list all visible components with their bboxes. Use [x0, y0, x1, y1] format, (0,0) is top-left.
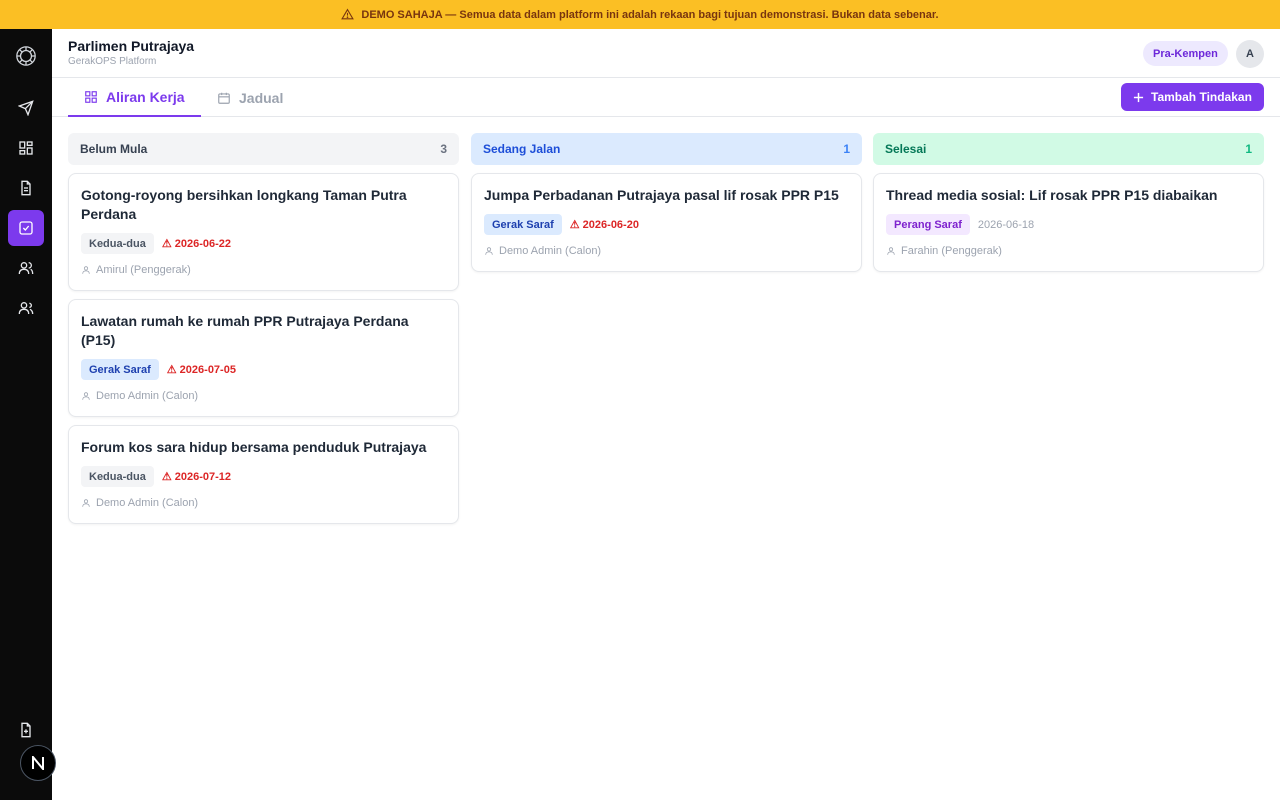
task-title: Thread media sosial: Lif rosak PPR P15 d…	[886, 187, 1218, 203]
task-card[interactable]: Lawatan rumah ke rumah PPR Putrajaya Per…	[68, 299, 459, 417]
send-icon	[18, 100, 34, 116]
tab-jadual[interactable]: Jadual	[201, 78, 299, 117]
user-icon	[887, 247, 895, 255]
n-logo-icon	[32, 756, 44, 770]
grid-icon	[85, 90, 97, 103]
tab-aliran-kerja[interactable]: Aliran Kerja	[68, 78, 201, 117]
tab-label: Aliran Kerja	[106, 88, 185, 105]
task-due-date: ⚠ 2026-06-22	[161, 238, 232, 250]
plus-icon	[1133, 92, 1144, 102]
nav-tasks[interactable]	[8, 210, 44, 246]
page-header: Parlimen Putrajaya GerakOPS Platform Pra…	[52, 29, 1280, 78]
file-add-icon	[21, 722, 31, 738]
column-belum-mula: Belum Mula 3 Gotong-royong bersihkan longk…	[68, 133, 459, 524]
task-meta: Kedua-dua ⚠ 2026-06-22	[81, 233, 446, 254]
task-card[interactable]: Thread media sosial: Lif rosak PPR P15 d…	[873, 173, 1264, 272]
users-icon	[18, 262, 34, 275]
task-card[interactable]: Gotong-royong bersihkan longkang Taman P…	[68, 173, 459, 291]
user-icon	[82, 392, 90, 400]
column-header: Selesai 1	[873, 133, 1264, 165]
task-owner: Amirul (Penggerak)	[81, 264, 446, 276]
task-due-date: 2026-06-18	[977, 218, 1035, 231]
task-title: Forum kos sara hidup bersama penduduk Pu…	[81, 439, 427, 455]
sidebar	[0, 29, 52, 800]
task-due-date: ⚠ 2026-07-12	[161, 471, 232, 483]
task-title: Lawatan rumah ke rumah PPR Putrajaya Per…	[81, 313, 409, 348]
nav-team[interactable]	[8, 290, 44, 326]
task-meta: Kedua-dua ⚠ 2026-07-12	[81, 466, 446, 487]
column-sedang-jalan: Sedang Jalan 1 Jumpa Perbadanan Putrajaya …	[471, 133, 862, 272]
tasks-icon	[19, 221, 33, 235]
column-count: 1	[843, 142, 850, 156]
task-tag: Kedua-dua	[81, 233, 154, 254]
task-tag: Gerak Saraf	[81, 359, 159, 380]
column-title: Selesai	[885, 142, 927, 156]
page-subtitle: GerakOPS Platform	[68, 56, 157, 67]
phase-badge[interactable]: Pra-Kempen	[1143, 41, 1228, 66]
column-count: 3	[440, 142, 447, 156]
task-card[interactable]: Jumpa Perbadanan Putrajaya pasal lif ros…	[471, 173, 862, 272]
task-owner-name: Amirul (Penggerak)	[96, 264, 191, 276]
tab-bar: Aliran Kerja Jadual Tambah Tindakan	[52, 78, 1280, 117]
task-tag: Kedua-dua	[81, 466, 154, 487]
task-meta: Perang Saraf 2026-06-18	[886, 214, 1251, 235]
warning-icon	[341, 8, 355, 20]
page-title: Parlimen Putrajaya	[68, 38, 195, 54]
tab-label: Jadual	[239, 89, 284, 106]
nav-users[interactable]	[8, 250, 44, 286]
task-tag: Gerak Saraf	[484, 214, 562, 235]
add-action-button[interactable]: Tambah Tindakan	[1121, 83, 1264, 111]
task-meta: Gerak Saraf ⚠ 2026-06-20	[484, 214, 849, 235]
task-due-date: ⚠ 2026-06-20	[569, 219, 639, 231]
task-meta: Gerak Saraf ⚠ 2026-07-05	[81, 359, 446, 380]
user-icon	[82, 499, 90, 507]
task-due-date: ⚠ 2026-07-05	[166, 364, 236, 376]
avatar[interactable]: A	[1236, 40, 1264, 68]
column-title: Sedang Jalan	[483, 142, 561, 156]
column-title: Belum Mula	[80, 142, 148, 156]
column-header: Sedang Jalan 1	[471, 133, 862, 165]
column-selesai: Selesai 1 Thread media sosial: Lif rosak P…	[873, 133, 1264, 272]
nav-dashboard[interactable]	[8, 130, 44, 166]
nav-file-add[interactable]	[8, 712, 44, 748]
user-icon	[82, 266, 90, 274]
task-card[interactable]: Forum kos sara hidup bersama penduduk Pu…	[68, 425, 459, 524]
calendar-icon	[218, 92, 230, 104]
task-title: Jumpa Perbadanan Putrajaya pasal lif ros…	[484, 187, 839, 203]
task-owner-name: Demo Admin (Calon)	[96, 390, 199, 402]
task-tag: Perang Saraf	[886, 214, 970, 235]
logo-icon[interactable]	[15, 45, 37, 67]
task-owner: Demo Admin (Calon)	[81, 497, 446, 509]
user-icon	[485, 247, 493, 255]
task-owner: Demo Admin (Calon)	[81, 390, 446, 402]
task-owner-name: Farahin (Penggerak)	[901, 245, 1002, 257]
team-icon	[18, 302, 34, 315]
column-count: 1	[1245, 142, 1252, 156]
task-owner-name: Demo Admin (Calon)	[499, 245, 602, 257]
task-owner-name: Demo Admin (Calon)	[96, 497, 199, 509]
banner-text: DEMO SAHAJA — Semua data dalam platform …	[361, 8, 939, 21]
nav-documents[interactable]	[8, 170, 44, 206]
add-action-label: Tambah Tindakan	[1151, 90, 1252, 104]
task-owner: Demo Admin (Calon)	[484, 245, 849, 257]
document-icon	[21, 180, 31, 196]
dashboard-icon	[19, 141, 33, 155]
column-header: Belum Mula 3	[68, 133, 459, 165]
task-title: Gotong-royong bersihkan longkang Taman P…	[81, 187, 407, 222]
task-owner: Farahin (Penggerak)	[886, 245, 1251, 257]
demo-banner: DEMO SAHAJA — Semua data dalam platform …	[0, 0, 1280, 29]
nav-send[interactable]	[8, 90, 44, 126]
n-badge[interactable]	[20, 745, 56, 781]
